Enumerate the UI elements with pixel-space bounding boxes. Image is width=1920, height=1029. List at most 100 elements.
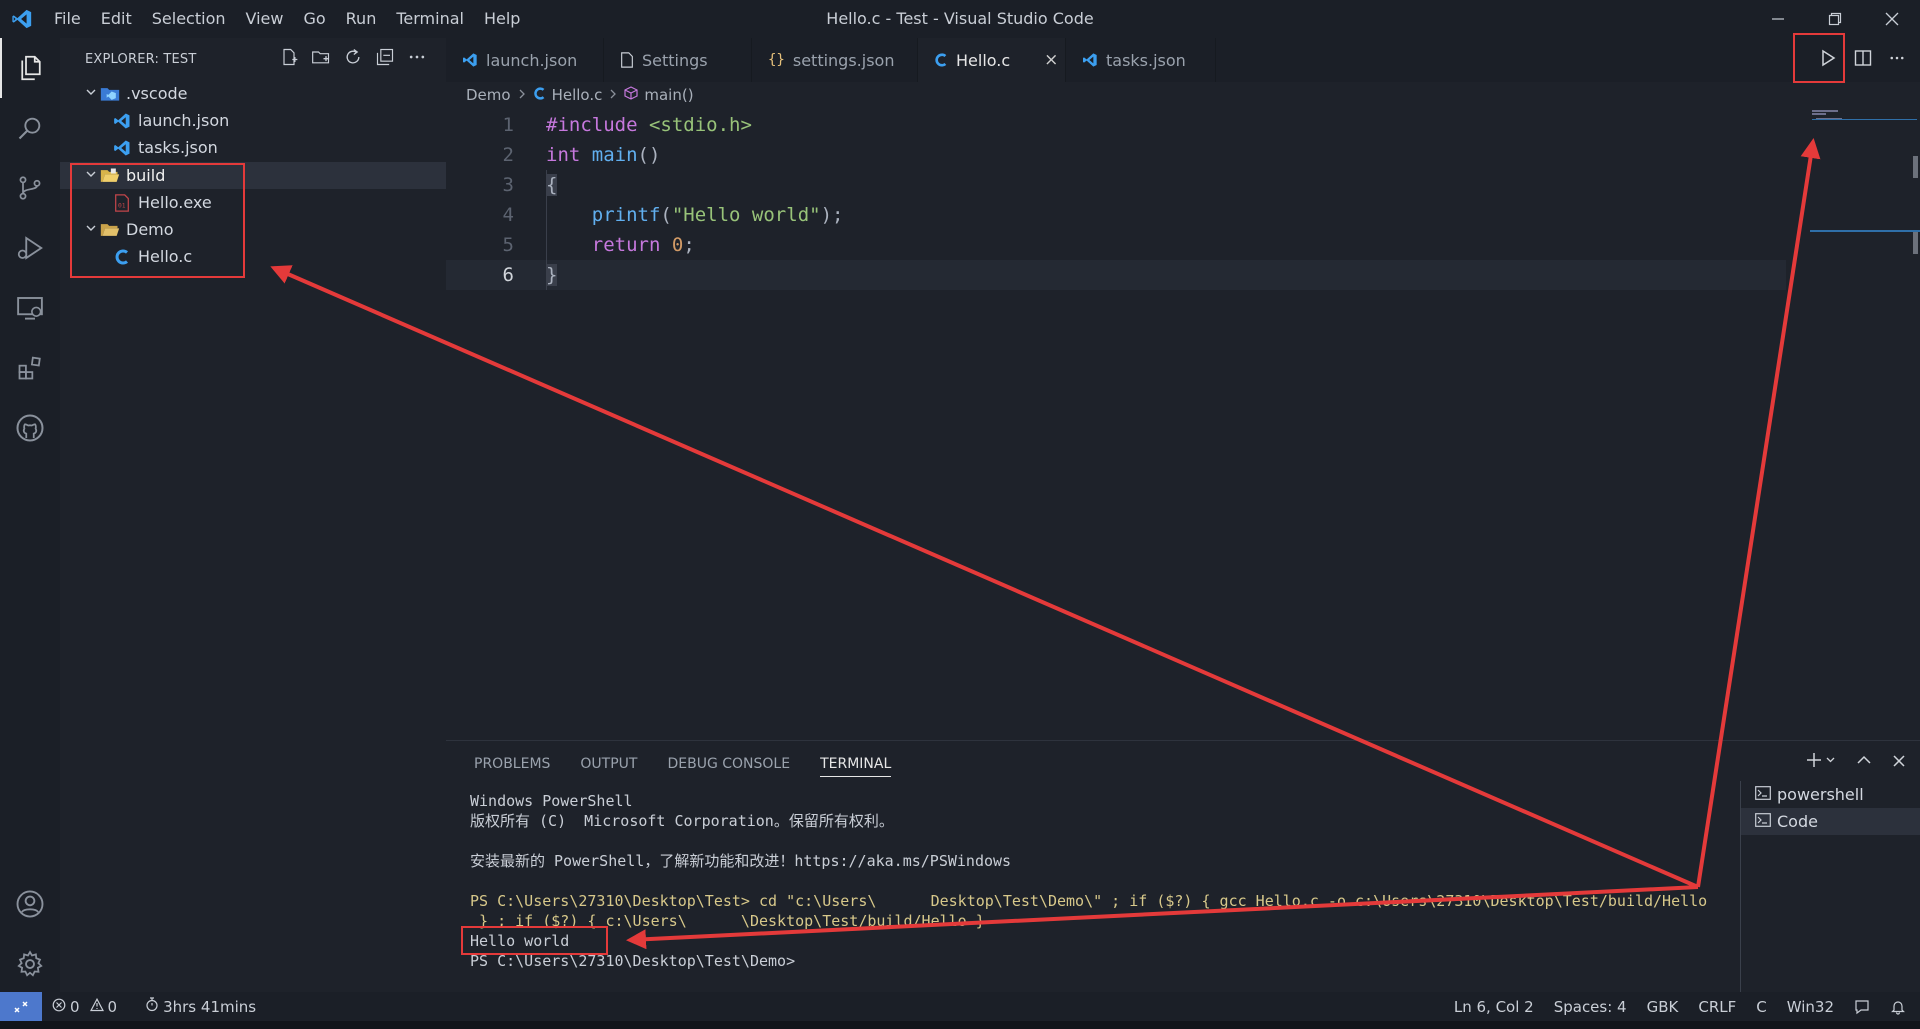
accounts-activity[interactable] (0, 874, 60, 934)
breadcrumb-demo[interactable]: Demo (466, 86, 511, 104)
remote-indicator[interactable] (0, 992, 42, 1021)
new-file-icon[interactable] (278, 46, 300, 68)
terminal-line: } ; if ($?) { c:\Users\ \Desktop\Test/bu… (470, 912, 985, 930)
tree-file-tasks-json[interactable]: tasks.json (60, 134, 446, 161)
terminal-item-powershell[interactable]: powershell (1741, 781, 1920, 808)
menu-file[interactable]: File (44, 0, 91, 38)
refresh-icon[interactable] (342, 46, 364, 68)
timer-status[interactable]: 3hrs 41mins (135, 997, 266, 1016)
panel-tab-terminal[interactable]: TERMINAL (820, 756, 892, 777)
terminal-list: powershell Code (1740, 781, 1920, 993)
tab-label: Settings (642, 50, 708, 70)
indent-guide (546, 170, 547, 290)
chevron-up-icon (1857, 755, 1871, 764)
activity-bar (0, 38, 60, 992)
tab-settings[interactable]: Settings (604, 38, 752, 82)
terminal-item-label: Code (1777, 812, 1818, 831)
new-folder-icon[interactable] (310, 46, 332, 68)
extensions-activity[interactable] (0, 338, 60, 398)
tab-label: Hello.c (956, 50, 1011, 70)
account-icon (16, 890, 44, 918)
bell-icon (1891, 1000, 1905, 1015)
file-icon (620, 52, 634, 68)
line-number: 1 (502, 114, 514, 136)
vscode-file-icon (112, 138, 132, 158)
code-line: 5 return 0; (446, 230, 1786, 260)
more-actions-icon[interactable] (406, 46, 428, 68)
line-number: 5 (502, 234, 514, 256)
terminal-item-code[interactable]: Code (1741, 808, 1920, 835)
new-terminal-button[interactable] (1806, 751, 1836, 773)
feedback-button[interactable] (1844, 999, 1880, 1015)
remote-explorer-activity[interactable] (0, 278, 60, 338)
more-editor-actions-button[interactable] (1888, 49, 1906, 71)
collapse-all-icon[interactable] (374, 46, 396, 68)
eol-status[interactable]: CRLF (1688, 998, 1746, 1016)
minimap[interactable] (1810, 108, 1920, 740)
encoding-status[interactable]: GBK (1637, 998, 1689, 1016)
tab-hello-c[interactable]: Hello.c × (918, 38, 1066, 82)
indentation-status[interactable]: Spaces: 4 (1544, 998, 1637, 1016)
panel-tab-problems[interactable]: PROBLEMS (474, 756, 550, 772)
panel-tab-debug-console[interactable]: DEBUG CONSOLE (667, 756, 790, 772)
tab-tasks-json[interactable]: tasks.json (1066, 38, 1216, 82)
maximize-panel-button[interactable] (1856, 752, 1872, 772)
tree-folder-vscode[interactable]: .vscode (60, 80, 446, 107)
close-window-button[interactable] (1863, 0, 1920, 38)
menu-view[interactable]: View (236, 0, 294, 38)
warning-count: 0 (107, 997, 118, 1016)
c-file-icon (934, 52, 948, 68)
explorer-activity[interactable] (0, 38, 60, 98)
close-tab-icon[interactable]: × (1044, 50, 1058, 70)
tab-launch-json[interactable]: launch.json (446, 38, 604, 82)
extensions-icon (18, 356, 41, 380)
code-editor[interactable]: 1 #include <stdio.h> 2 int main() 3 { 4 … (446, 108, 1920, 740)
terminal-line: Windows PowerShell (470, 792, 633, 810)
editor-tabs: launch.json Settings {} settings.json He… (446, 38, 1920, 82)
menu-run[interactable]: Run (336, 0, 387, 38)
language-status[interactable]: C (1746, 998, 1776, 1016)
chevron-right-icon (608, 88, 618, 103)
title-bar: File Edit Selection View Go Run Terminal… (0, 0, 1920, 38)
more-icon (1890, 56, 1904, 60)
menu-terminal[interactable]: Terminal (386, 0, 474, 38)
manage-activity[interactable] (0, 934, 60, 994)
tree-label: launch.json (138, 111, 230, 130)
terminal-output[interactable]: Windows PowerShell 版权所有 (C) Microsoft Co… (470, 791, 1740, 971)
notifications-button[interactable] (1880, 999, 1920, 1015)
breadcrumb-main[interactable]: main() (644, 86, 693, 104)
terminal-item-label: powershell (1777, 785, 1864, 804)
github-icon (16, 414, 44, 442)
close-icon (1893, 754, 1905, 767)
menu-go[interactable]: Go (293, 0, 335, 38)
cursor-position[interactable]: Ln 6, Col 2 (1444, 998, 1544, 1016)
run-debug-activity[interactable] (0, 218, 60, 278)
menu-selection[interactable]: Selection (142, 0, 236, 38)
search-activity[interactable] (0, 98, 60, 158)
timer-label: 3hrs 41mins (163, 997, 257, 1016)
panel-actions (1806, 751, 1906, 773)
annotation-box-hello-world (461, 926, 608, 955)
tab-label: tasks.json (1106, 50, 1186, 70)
json-braces-icon: {} (768, 52, 785, 68)
platform-status[interactable]: Win32 (1777, 998, 1844, 1016)
tree-file-launch-json[interactable]: launch.json (60, 107, 446, 134)
menu-help[interactable]: Help (474, 0, 530, 38)
line-number: 6 (502, 264, 514, 286)
line-number: 3 (502, 174, 514, 196)
tab-settings-json[interactable]: {} settings.json (752, 38, 918, 82)
breadcrumb-hello-c[interactable]: Hello.c (552, 86, 603, 104)
close-panel-button[interactable] (1892, 753, 1906, 772)
split-editor-button[interactable] (1854, 49, 1872, 71)
error-count: 0 (70, 997, 80, 1016)
chevron-right-icon (517, 88, 527, 103)
menu-edit[interactable]: Edit (91, 0, 142, 38)
tree-label: tasks.json (138, 138, 218, 157)
source-control-activity[interactable] (0, 158, 60, 218)
panel-tab-output[interactable]: OUTPUT (580, 756, 637, 772)
taskbar-edge (0, 1021, 1920, 1029)
problems-status[interactable]: 0 0 (42, 997, 127, 1016)
github-activity[interactable] (0, 398, 60, 458)
plus-icon (1807, 753, 1835, 767)
